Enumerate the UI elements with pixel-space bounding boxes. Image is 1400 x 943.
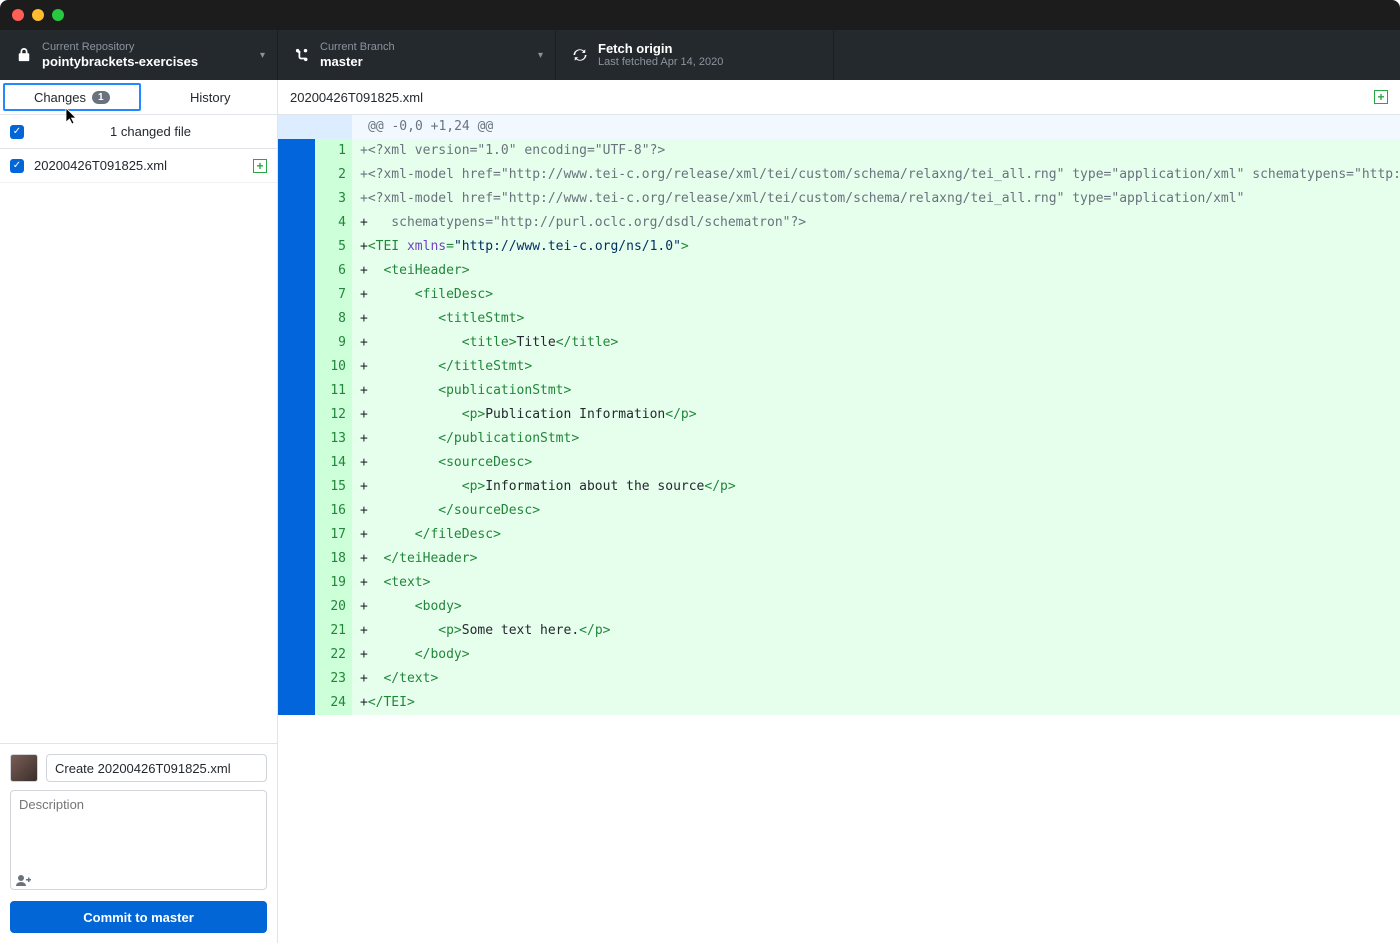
commit-button[interactable]: Commit to master xyxy=(10,901,267,933)
diff-panel: 20200426T091825.xml + @@ -0,0 +1,24 @@1+… xyxy=(278,80,1400,943)
tab-history-label: History xyxy=(190,90,230,105)
diff-line[interactable]: 15+ <p>Information about the source</p> xyxy=(278,475,1400,499)
add-coauthors-icon[interactable] xyxy=(16,873,32,889)
diff-line[interactable]: 18+ </teiHeader> xyxy=(278,547,1400,571)
sync-icon xyxy=(572,47,588,63)
diff-line[interactable]: 5+<TEI xmlns="http://www.tei-c.org/ns/1.… xyxy=(278,235,1400,259)
chevron-down-icon: ▾ xyxy=(538,50,543,61)
window-titlebar xyxy=(0,0,1400,30)
hunk-header: @@ -0,0 +1,24 @@ xyxy=(278,115,1400,139)
fetch-label: Fetch origin xyxy=(598,41,723,57)
tab-changes-label: Changes xyxy=(34,90,86,105)
diff-line[interactable]: 11+ <publicationStmt> xyxy=(278,379,1400,403)
diff-line[interactable]: 24+</TEI> xyxy=(278,691,1400,715)
tab-history[interactable]: History xyxy=(144,80,278,114)
chevron-down-icon: ▾ xyxy=(260,50,265,61)
file-row[interactable]: ✓ 20200426T091825.xml + xyxy=(0,149,277,183)
close-window-button[interactable] xyxy=(12,9,24,21)
file-list-header: ✓ 1 changed file xyxy=(0,115,277,149)
diff-line[interactable]: 2+<?xml-model href="http://www.tei-c.org… xyxy=(278,163,1400,187)
diff-line[interactable]: 1+<?xml version="1.0" encoding="UTF-8"?> xyxy=(278,139,1400,163)
diff-line[interactable]: 17+ </fileDesc> xyxy=(278,523,1400,547)
file-checkbox[interactable]: ✓ xyxy=(10,159,24,173)
file-added-icon: + xyxy=(1374,90,1388,104)
diff-line[interactable]: 20+ <body> xyxy=(278,595,1400,619)
git-branch-icon xyxy=(294,47,310,63)
fetch-origin-button[interactable]: Fetch origin Last fetched Apr 14, 2020 xyxy=(556,30,834,80)
toolbar: Current Repository pointybrackets-exerci… xyxy=(0,30,1400,80)
branch-label: Current Branch xyxy=(320,41,395,54)
branch-selector[interactable]: Current Branch master ▾ xyxy=(278,30,556,80)
diff-line[interactable]: 19+ <text> xyxy=(278,571,1400,595)
diff-content[interactable]: @@ -0,0 +1,24 @@1+<?xml version="1.0" en… xyxy=(278,115,1400,943)
diff-line[interactable]: 22+ </body> xyxy=(278,643,1400,667)
diff-line[interactable]: 8+ <titleStmt> xyxy=(278,307,1400,331)
branch-name: master xyxy=(320,54,395,70)
diff-line[interactable]: 4+ schematypens="http://purl.oclc.org/ds… xyxy=(278,211,1400,235)
commit-button-prefix: Commit to xyxy=(83,910,151,925)
fetch-status: Last fetched Apr 14, 2020 xyxy=(598,56,723,69)
diff-line[interactable]: 14+ <sourceDesc> xyxy=(278,451,1400,475)
diff-line[interactable]: 3+<?xml-model href="http://www.tei-c.org… xyxy=(278,187,1400,211)
diff-line[interactable]: 10+ </titleStmt> xyxy=(278,355,1400,379)
diff-line[interactable]: 7+ <fileDesc> xyxy=(278,283,1400,307)
lock-icon xyxy=(16,47,32,63)
minimize-window-button[interactable] xyxy=(32,9,44,21)
changes-count-badge: 1 xyxy=(92,91,110,104)
repository-label: Current Repository xyxy=(42,41,198,54)
commit-button-branch: master xyxy=(151,910,194,925)
file-name: 20200426T091825.xml xyxy=(34,158,243,173)
repository-name: pointybrackets-exercises xyxy=(42,54,198,70)
diff-line[interactable]: 21+ <p>Some text here.</p> xyxy=(278,619,1400,643)
diff-filename: 20200426T091825.xml xyxy=(290,90,1374,105)
diff-line[interactable]: 6+ <teiHeader> xyxy=(278,259,1400,283)
file-added-icon: + xyxy=(253,159,267,173)
diff-line[interactable]: 9+ <title>Title</title> xyxy=(278,331,1400,355)
commit-summary-input[interactable] xyxy=(46,754,267,782)
diff-line[interactable]: 23+ </text> xyxy=(278,667,1400,691)
diff-line[interactable]: 12+ <p>Publication Information</p> xyxy=(278,403,1400,427)
diff-line[interactable]: 13+ </publicationStmt> xyxy=(278,427,1400,451)
sidebar: Changes 1 History ✓ 1 changed file ✓ 2020… xyxy=(0,80,278,943)
maximize-window-button[interactable] xyxy=(52,9,64,21)
repository-selector[interactable]: Current Repository pointybrackets-exerci… xyxy=(0,30,278,80)
changed-file-count: 1 changed file xyxy=(34,124,267,139)
commit-description-input[interactable] xyxy=(10,790,267,890)
select-all-checkbox[interactable]: ✓ xyxy=(10,125,24,139)
commit-form: Commit to master xyxy=(0,743,277,943)
avatar[interactable] xyxy=(10,754,38,782)
diff-line[interactable]: 16+ </sourceDesc> xyxy=(278,499,1400,523)
tab-changes[interactable]: Changes 1 xyxy=(3,83,141,111)
